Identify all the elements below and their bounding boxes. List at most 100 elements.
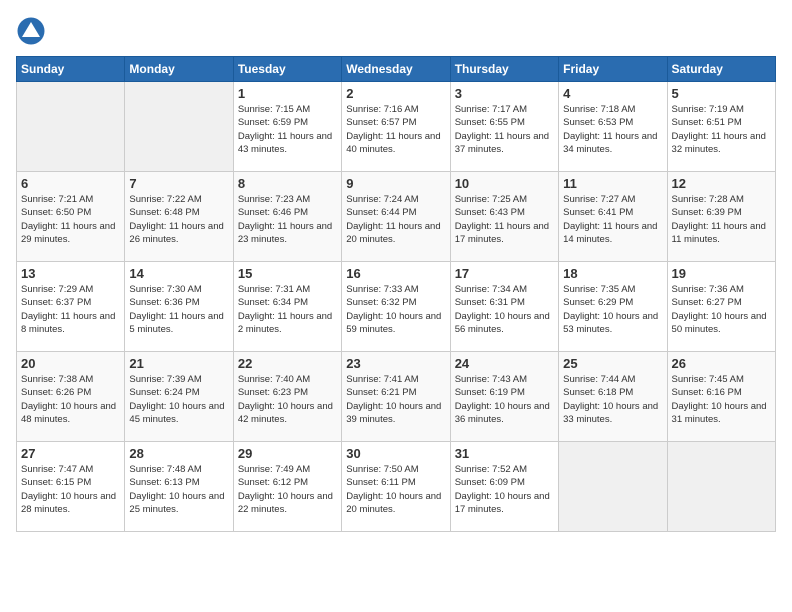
day-header-friday: Friday bbox=[559, 57, 667, 82]
day-number: 10 bbox=[455, 176, 554, 191]
day-info: Sunrise: 7:48 AM Sunset: 6:13 PM Dayligh… bbox=[129, 463, 228, 516]
day-number: 19 bbox=[672, 266, 771, 281]
calendar-cell: 1 Sunrise: 7:15 AM Sunset: 6:59 PM Daylig… bbox=[233, 82, 341, 172]
day-number: 26 bbox=[672, 356, 771, 371]
week-row-5: 27Sunrise: 7:47 AM Sunset: 6:15 PM Dayli… bbox=[17, 442, 776, 532]
page-header bbox=[16, 16, 776, 46]
day-number: 18 bbox=[563, 266, 662, 281]
calendar-cell: 24 Sunrise: 7:43 AM Sunset: 6:19 PM Dayli… bbox=[450, 352, 558, 442]
day-number: 23 bbox=[346, 356, 445, 371]
day-info: Sunrise: 7:23 AM Sunset: 6:46 PM Dayligh… bbox=[238, 193, 337, 246]
calendar-cell: 8 Sunrise: 7:23 AM Sunset: 6:46 PM Daylig… bbox=[233, 172, 341, 262]
calendar-cell bbox=[17, 82, 125, 172]
calendar-cell: 9 Sunrise: 7:24 AM Sunset: 6:44 PM Daylig… bbox=[342, 172, 450, 262]
calendar-cell bbox=[559, 442, 667, 532]
day-info: Sunrise: 7:25 AM Sunset: 6:43 PM Dayligh… bbox=[455, 193, 554, 246]
day-number: 17 bbox=[455, 266, 554, 281]
calendar-cell: 28Sunrise: 7:48 AM Sunset: 6:13 PM Dayli… bbox=[125, 442, 233, 532]
day-info: Sunrise: 7:40 AM Sunset: 6:23 PM Dayligh… bbox=[238, 373, 337, 426]
calendar-cell: 10 Sunrise: 7:25 AM Sunset: 6:43 PM Dayli… bbox=[450, 172, 558, 262]
calendar-cell: 12 Sunrise: 7:28 AM Sunset: 6:39 PM Dayli… bbox=[667, 172, 775, 262]
calendar-cell: 16Sunrise: 7:33 AM Sunset: 6:32 PM Dayli… bbox=[342, 262, 450, 352]
calendar-cell: 15Sunrise: 7:31 AM Sunset: 6:34 PM Dayli… bbox=[233, 262, 341, 352]
calendar-cell bbox=[667, 442, 775, 532]
day-info: Sunrise: 7:19 AM Sunset: 6:51 PM Dayligh… bbox=[672, 103, 771, 156]
day-info: Sunrise: 7:31 AM Sunset: 6:34 PM Dayligh… bbox=[238, 283, 337, 336]
day-info: Sunrise: 7:43 AM Sunset: 6:19 PM Dayligh… bbox=[455, 373, 554, 426]
day-info: Sunrise: 7:18 AM Sunset: 6:53 PM Dayligh… bbox=[563, 103, 662, 156]
day-number: 3 bbox=[455, 86, 554, 101]
calendar-cell: 17 Sunrise: 7:34 AM Sunset: 6:31 PM Dayli… bbox=[450, 262, 558, 352]
week-row-4: 20 Sunrise: 7:38 AM Sunset: 6:26 PM Dayli… bbox=[17, 352, 776, 442]
day-header-wednesday: Wednesday bbox=[342, 57, 450, 82]
day-number: 20 bbox=[21, 356, 120, 371]
day-number: 8 bbox=[238, 176, 337, 191]
week-row-3: 13Sunrise: 7:29 AM Sunset: 6:37 PM Dayli… bbox=[17, 262, 776, 352]
calendar-table: SundayMondayTuesdayWednesdayThursdayFrid… bbox=[16, 56, 776, 532]
header-row: SundayMondayTuesdayWednesdayThursdayFrid… bbox=[17, 57, 776, 82]
week-row-1: 1 Sunrise: 7:15 AM Sunset: 6:59 PM Daylig… bbox=[17, 82, 776, 172]
day-info: Sunrise: 7:22 AM Sunset: 6:48 PM Dayligh… bbox=[129, 193, 228, 246]
logo-icon bbox=[16, 16, 46, 46]
calendar-cell: 6 Sunrise: 7:21 AM Sunset: 6:50 PM Daylig… bbox=[17, 172, 125, 262]
day-number: 29 bbox=[238, 446, 337, 461]
day-number: 30 bbox=[346, 446, 445, 461]
day-header-saturday: Saturday bbox=[667, 57, 775, 82]
calendar-cell: 19 Sunrise: 7:36 AM Sunset: 6:27 PM Dayli… bbox=[667, 262, 775, 352]
day-number: 21 bbox=[129, 356, 228, 371]
day-info: Sunrise: 7:34 AM Sunset: 6:31 PM Dayligh… bbox=[455, 283, 554, 336]
day-info: Sunrise: 7:41 AM Sunset: 6:21 PM Dayligh… bbox=[346, 373, 445, 426]
day-number: 22 bbox=[238, 356, 337, 371]
day-number: 5 bbox=[672, 86, 771, 101]
calendar-cell: 25 Sunrise: 7:44 AM Sunset: 6:18 PM Dayli… bbox=[559, 352, 667, 442]
day-number: 2 bbox=[346, 86, 445, 101]
day-number: 25 bbox=[563, 356, 662, 371]
day-info: Sunrise: 7:50 AM Sunset: 6:11 PM Dayligh… bbox=[346, 463, 445, 516]
day-info: Sunrise: 7:35 AM Sunset: 6:29 PM Dayligh… bbox=[563, 283, 662, 336]
day-info: Sunrise: 7:17 AM Sunset: 6:55 PM Dayligh… bbox=[455, 103, 554, 156]
calendar-cell: 21 Sunrise: 7:39 AM Sunset: 6:24 PM Dayli… bbox=[125, 352, 233, 442]
day-info: Sunrise: 7:29 AM Sunset: 6:37 PM Dayligh… bbox=[21, 283, 120, 336]
day-info: Sunrise: 7:21 AM Sunset: 6:50 PM Dayligh… bbox=[21, 193, 120, 246]
calendar-cell: 29 Sunrise: 7:49 AM Sunset: 6:12 PM Dayli… bbox=[233, 442, 341, 532]
day-info: Sunrise: 7:30 AM Sunset: 6:36 PM Dayligh… bbox=[129, 283, 228, 336]
calendar-cell: 5 Sunrise: 7:19 AM Sunset: 6:51 PM Daylig… bbox=[667, 82, 775, 172]
calendar-cell: 31Sunrise: 7:52 AM Sunset: 6:09 PM Dayli… bbox=[450, 442, 558, 532]
day-info: Sunrise: 7:39 AM Sunset: 6:24 PM Dayligh… bbox=[129, 373, 228, 426]
day-info: Sunrise: 7:49 AM Sunset: 6:12 PM Dayligh… bbox=[238, 463, 337, 516]
week-row-2: 6 Sunrise: 7:21 AM Sunset: 6:50 PM Daylig… bbox=[17, 172, 776, 262]
calendar-cell: 3 Sunrise: 7:17 AM Sunset: 6:55 PM Daylig… bbox=[450, 82, 558, 172]
calendar-cell: 14 Sunrise: 7:30 AM Sunset: 6:36 PM Dayli… bbox=[125, 262, 233, 352]
day-number: 12 bbox=[672, 176, 771, 191]
day-info: Sunrise: 7:24 AM Sunset: 6:44 PM Dayligh… bbox=[346, 193, 445, 246]
day-number: 24 bbox=[455, 356, 554, 371]
calendar-cell: 7 Sunrise: 7:22 AM Sunset: 6:48 PM Daylig… bbox=[125, 172, 233, 262]
day-number: 7 bbox=[129, 176, 228, 191]
calendar-cell: 23 Sunrise: 7:41 AM Sunset: 6:21 PM Dayli… bbox=[342, 352, 450, 442]
day-number: 9 bbox=[346, 176, 445, 191]
calendar-cell: 20 Sunrise: 7:38 AM Sunset: 6:26 PM Dayli… bbox=[17, 352, 125, 442]
calendar-cell: 22 Sunrise: 7:40 AM Sunset: 6:23 PM Dayli… bbox=[233, 352, 341, 442]
calendar-cell: 27Sunrise: 7:47 AM Sunset: 6:15 PM Dayli… bbox=[17, 442, 125, 532]
day-info: Sunrise: 7:38 AM Sunset: 6:26 PM Dayligh… bbox=[21, 373, 120, 426]
logo bbox=[16, 16, 52, 46]
day-info: Sunrise: 7:36 AM Sunset: 6:27 PM Dayligh… bbox=[672, 283, 771, 336]
day-info: Sunrise: 7:15 AM Sunset: 6:59 PM Dayligh… bbox=[238, 103, 337, 156]
calendar-cell: 26Sunrise: 7:45 AM Sunset: 6:16 PM Dayli… bbox=[667, 352, 775, 442]
day-number: 14 bbox=[129, 266, 228, 281]
day-header-tuesday: Tuesday bbox=[233, 57, 341, 82]
day-info: Sunrise: 7:47 AM Sunset: 6:15 PM Dayligh… bbox=[21, 463, 120, 516]
calendar-cell: 2 Sunrise: 7:16 AM Sunset: 6:57 PM Daylig… bbox=[342, 82, 450, 172]
day-info: Sunrise: 7:16 AM Sunset: 6:57 PM Dayligh… bbox=[346, 103, 445, 156]
day-number: 4 bbox=[563, 86, 662, 101]
calendar-cell: 13Sunrise: 7:29 AM Sunset: 6:37 PM Dayli… bbox=[17, 262, 125, 352]
calendar-cell: 11Sunrise: 7:27 AM Sunset: 6:41 PM Dayli… bbox=[559, 172, 667, 262]
day-number: 1 bbox=[238, 86, 337, 101]
day-info: Sunrise: 7:28 AM Sunset: 6:39 PM Dayligh… bbox=[672, 193, 771, 246]
day-info: Sunrise: 7:44 AM Sunset: 6:18 PM Dayligh… bbox=[563, 373, 662, 426]
day-number: 6 bbox=[21, 176, 120, 191]
day-info: Sunrise: 7:33 AM Sunset: 6:32 PM Dayligh… bbox=[346, 283, 445, 336]
day-header-thursday: Thursday bbox=[450, 57, 558, 82]
calendar-cell: 4 Sunrise: 7:18 AM Sunset: 6:53 PM Daylig… bbox=[559, 82, 667, 172]
calendar-cell bbox=[125, 82, 233, 172]
